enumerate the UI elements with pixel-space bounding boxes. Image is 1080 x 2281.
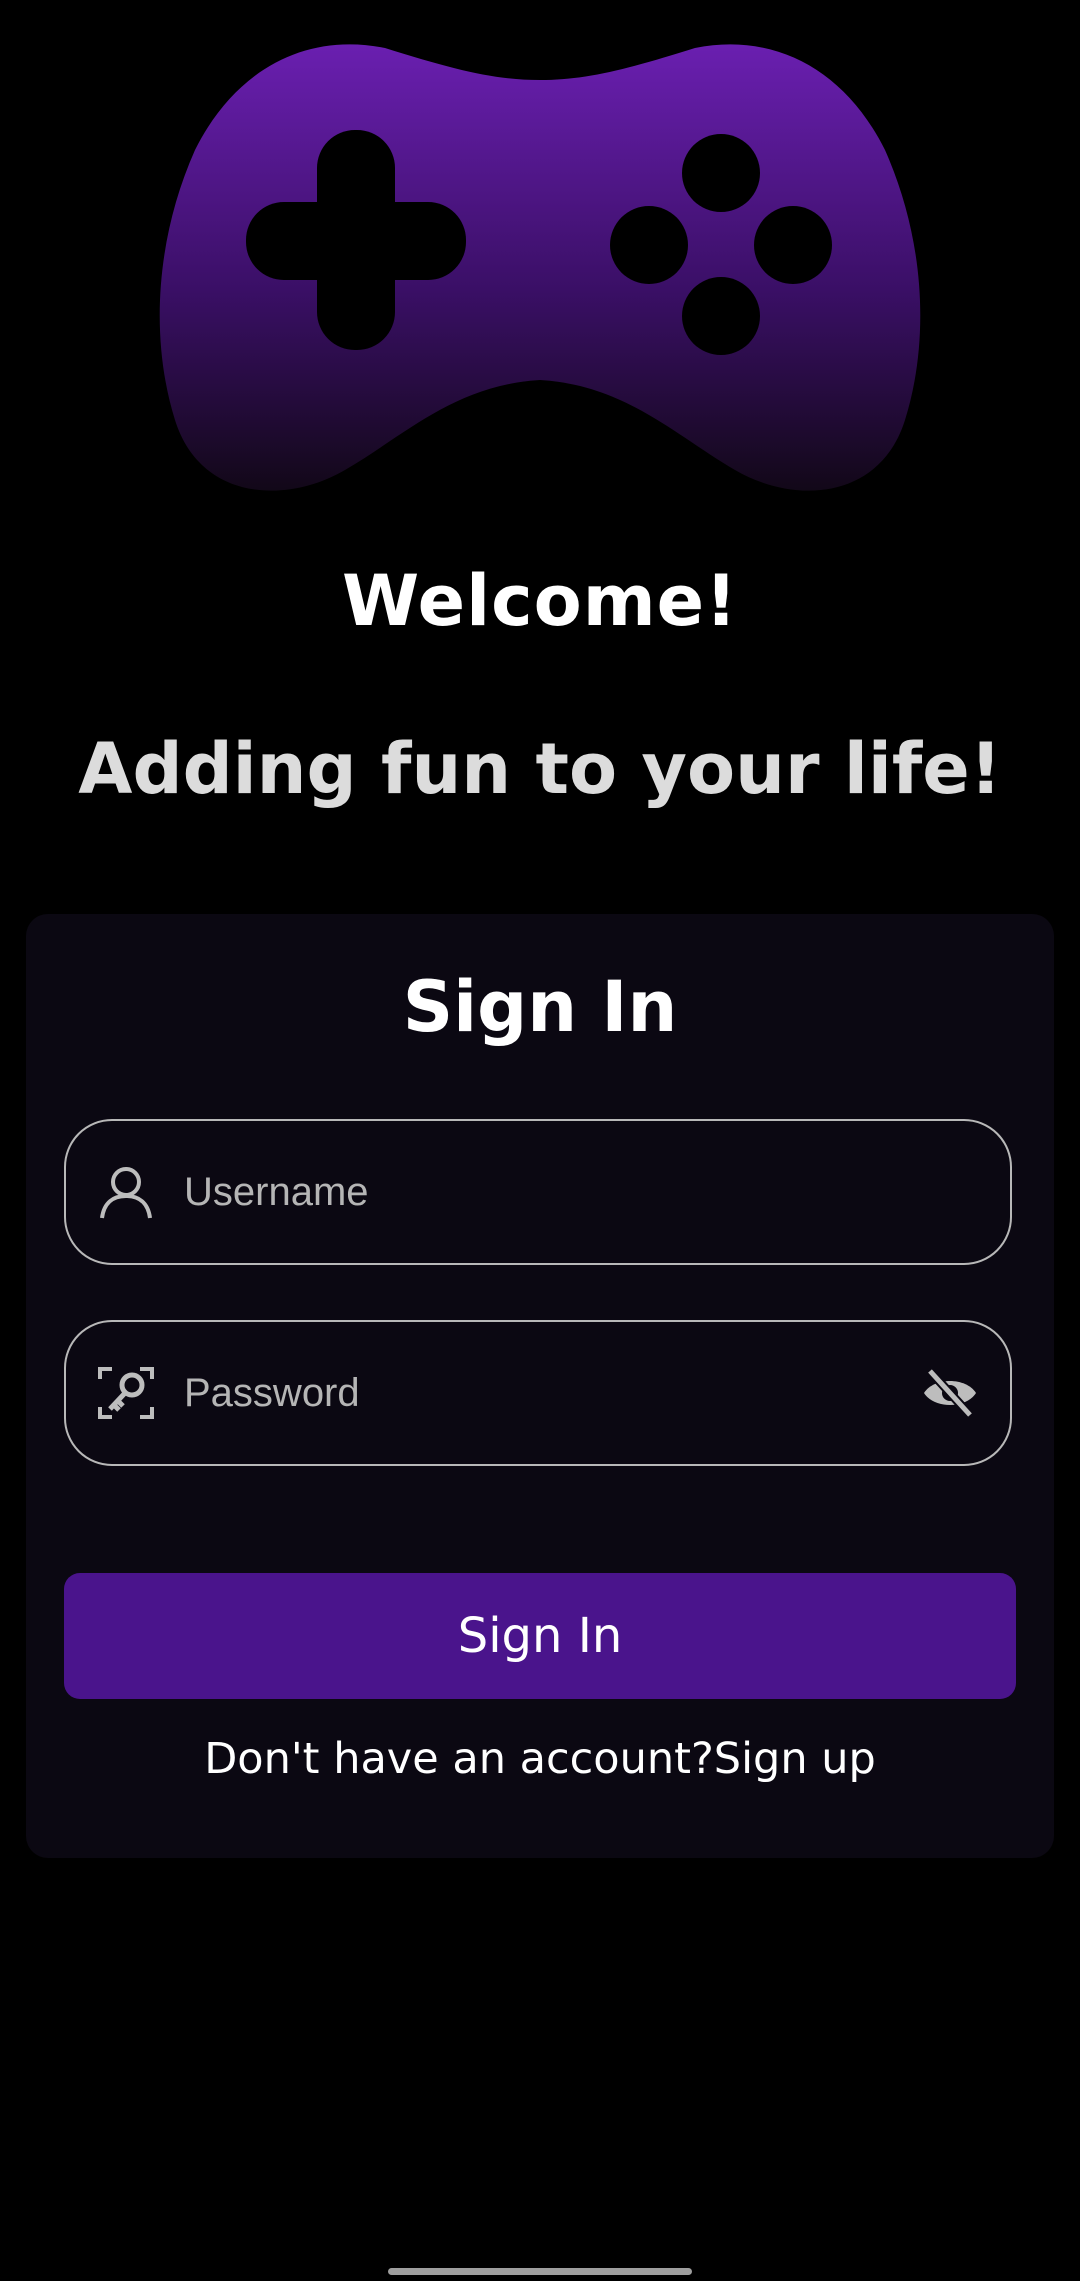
signup-prompt: Don't have an account?Sign up bbox=[26, 1734, 1054, 1784]
signin-card: Sign In Sign In Don't have an acco bbox=[26, 914, 1054, 1858]
username-field[interactable] bbox=[64, 1119, 1012, 1265]
welcome-heading: Welcome! bbox=[341, 560, 739, 642]
key-icon bbox=[96, 1363, 156, 1423]
eye-off-icon[interactable] bbox=[920, 1363, 980, 1423]
password-field[interactable] bbox=[64, 1320, 1012, 1466]
signin-title: Sign In bbox=[402, 966, 678, 1048]
signin-button[interactable]: Sign In bbox=[64, 1573, 1016, 1699]
gamepad-logo-icon bbox=[159, 44, 921, 491]
password-input[interactable] bbox=[182, 1369, 920, 1417]
tagline-heading: Adding fun to your life! bbox=[78, 728, 1002, 810]
signup-link[interactable]: Sign up bbox=[714, 1734, 876, 1784]
home-indicator[interactable] bbox=[388, 2268, 692, 2275]
username-input[interactable] bbox=[182, 1168, 1010, 1216]
no-account-text: Don't have an account? bbox=[204, 1734, 714, 1784]
user-icon bbox=[96, 1162, 156, 1222]
